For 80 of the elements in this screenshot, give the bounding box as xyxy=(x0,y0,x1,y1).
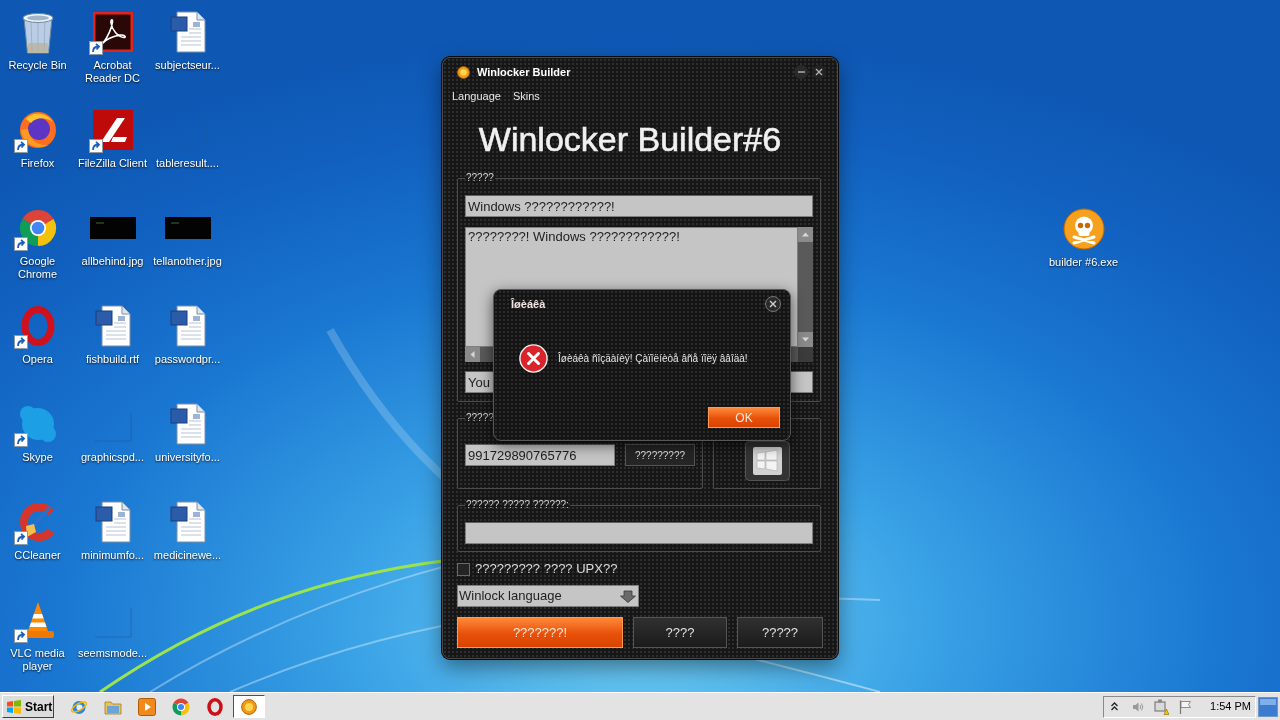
app-icon xyxy=(241,698,257,715)
document-icon[interactable] xyxy=(94,501,131,543)
play-tile-icon[interactable] xyxy=(138,697,156,716)
flag-icon[interactable] xyxy=(1179,699,1193,714)
minimize-button[interactable] xyxy=(794,65,808,79)
close-icon xyxy=(815,68,823,76)
dropdown-arrow-icon[interactable] xyxy=(620,589,636,603)
menu-item[interactable]: Skins xyxy=(512,89,540,103)
icon-label[interactable]: fishbuild.rtf xyxy=(85,353,140,366)
caption-field[interactable]: Windows ????????????! xyxy=(465,195,813,217)
icon-label[interactable]: tellanother.jpg xyxy=(153,255,222,268)
error-icon xyxy=(519,344,548,373)
icon-label[interactable]: CCleaner xyxy=(14,549,61,562)
dialog-message: Îøèáêà ñîçäàíèÿ! Çàïîëíèòå âñå ïîëÿ ââîäà! xyxy=(558,352,748,365)
color-wheel-icon[interactable] xyxy=(17,208,58,248)
taskbar-button[interactable] xyxy=(233,695,265,718)
icon-label[interactable]: Google Chrome xyxy=(0,255,75,281)
action-button[interactable]: ????? xyxy=(737,617,823,648)
ring-icon[interactable] xyxy=(206,697,224,716)
swirl-tile-icon[interactable] xyxy=(92,12,133,52)
app-heading: Winlocker Builder#6 xyxy=(478,119,782,159)
color-wheel-icon[interactable] xyxy=(172,697,190,716)
image-thumbnail-icon[interactable] xyxy=(89,217,136,239)
document-icon[interactable] xyxy=(169,305,206,347)
close-icon xyxy=(769,300,777,308)
ring-icon[interactable] xyxy=(20,306,55,346)
scroll-left-icon[interactable] xyxy=(465,347,480,362)
document-icon[interactable] xyxy=(94,305,131,347)
dialog-title: Îøèáêà xyxy=(511,297,546,311)
scroll-down-icon[interactable] xyxy=(798,332,813,347)
icon-label[interactable]: passwordpr... xyxy=(154,353,221,366)
group-label: ????? xyxy=(465,412,495,424)
window-title: Winlocker Builder xyxy=(477,65,571,79)
icon-label[interactable]: tableresult.... xyxy=(156,157,219,170)
icon-label[interactable]: minimumfo... xyxy=(81,549,144,562)
icon-label[interactable]: allbehind.jpg xyxy=(81,255,144,268)
icon-label[interactable]: Firefox xyxy=(20,157,55,170)
checkbox-label[interactable]: ????????? ???? UPX?? xyxy=(475,562,618,576)
show-desktop-icon[interactable] xyxy=(1258,696,1278,717)
document-icon[interactable] xyxy=(169,403,206,445)
icon-label[interactable]: Recycle Bin xyxy=(8,59,67,72)
clock: 1:54 PM xyxy=(1210,700,1251,713)
document-icon[interactable] xyxy=(169,501,206,543)
icon-label[interactable]: FileZilla Client xyxy=(77,157,148,170)
icon-label[interactable]: Opera xyxy=(22,353,53,366)
close-button[interactable] xyxy=(765,296,781,312)
icon-label[interactable]: builder #6.exe xyxy=(1049,256,1119,269)
document-icon[interactable] xyxy=(169,11,206,53)
image-thumbnail-icon[interactable] xyxy=(164,217,211,239)
upx-checkbox[interactable] xyxy=(457,562,470,576)
start-button[interactable]: Start xyxy=(2,695,54,718)
language-dropdown[interactable]: Winlock language xyxy=(457,585,639,607)
globe-icon[interactable] xyxy=(17,110,58,150)
vertical-scrollbar[interactable] xyxy=(798,227,813,347)
scrollbar-corner xyxy=(798,347,813,362)
action-button[interactable]: ???? xyxy=(633,617,727,648)
cloud-icon[interactable] xyxy=(17,404,58,444)
path-field[interactable] xyxy=(465,522,813,544)
field-button[interactable]: ????????? xyxy=(625,444,695,466)
flag-tile-icon[interactable] xyxy=(744,441,790,481)
close-button[interactable] xyxy=(812,65,826,79)
minimize-icon xyxy=(797,71,805,73)
icon-label[interactable]: universityfo... xyxy=(155,451,220,464)
icon-label[interactable]: Acrobat Reader DC xyxy=(75,59,150,85)
menu-item[interactable]: Language xyxy=(452,89,501,103)
icon-label[interactable]: Skype xyxy=(22,451,53,464)
group-label: ????? xyxy=(465,172,495,184)
icon-label[interactable]: graphicspd... xyxy=(81,451,144,464)
recycle-bin-icon[interactable] xyxy=(19,10,56,54)
icon-label[interactable]: VLC media player xyxy=(0,647,75,673)
skull-icon[interactable] xyxy=(1062,208,1105,250)
code-field[interactable]: 991729890765776 xyxy=(465,444,615,466)
icon-label[interactable]: medicinewe... xyxy=(153,549,222,562)
flag-icon xyxy=(6,699,22,714)
group-label: ?????? ????? ??????: xyxy=(465,499,570,511)
icon-label[interactable]: seemsmode... xyxy=(77,647,148,660)
app-icon xyxy=(457,65,470,79)
chevron-up-icon[interactable] xyxy=(1111,702,1119,711)
icon-label[interactable]: subjectseur... xyxy=(155,59,220,72)
network-warning-icon[interactable] xyxy=(1154,698,1170,715)
